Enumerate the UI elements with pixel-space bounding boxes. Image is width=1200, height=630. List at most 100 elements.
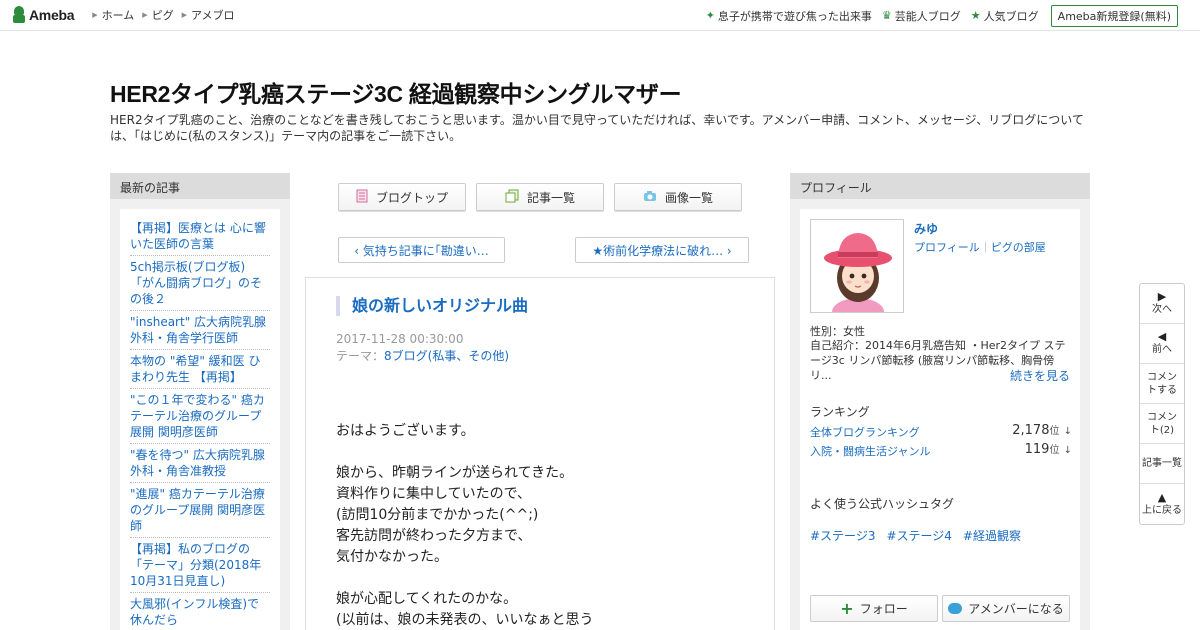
popular-blog-link[interactable]: ★ 人気ブログ xyxy=(971,8,1039,24)
nav-ameblo[interactable]: ▶ アメブロ xyxy=(182,7,235,23)
comments-label: コメント(2) xyxy=(1147,411,1177,436)
recent-article-link[interactable]: "insheart" 広大病院乳腺外科・角舎学行医師 xyxy=(130,315,266,345)
article-line: (訪問10分前までかかった(^^;) xyxy=(336,507,539,523)
profile-heading: プロフィール xyxy=(790,173,1090,199)
recent-article-link[interactable]: "この１年で変わる" 癌カテーテル治療のグループ展開 関明彦医師 xyxy=(130,393,265,439)
blog-description: HER2タイプ乳癌のこと、治療のことなどを書き残しておこうと思います。温かい目で… xyxy=(110,113,1084,143)
amember-button[interactable]: アメンバーになる xyxy=(942,595,1070,622)
list-item: "この１年で変わる" 癌カテーテル治療のグループ展開 関明彦医師 xyxy=(130,389,270,444)
hashtag-link[interactable]: #経過観察 xyxy=(963,529,1021,543)
trend-down-icon: ↓ xyxy=(1063,426,1072,437)
nav-home[interactable]: ▶ ホーム xyxy=(92,7,134,23)
profile-links: プロフィール｜ピグの部屋 xyxy=(914,239,1046,255)
trending-link[interactable]: ✦ 息子が携帯で遊び焦った出来事 xyxy=(706,8,872,24)
ranking-number: 119 xyxy=(1024,442,1050,457)
write-comment-button[interactable]: コメントする xyxy=(1140,364,1184,404)
top-right-nav: ✦ 息子が携帯で遊び焦った出来事 ♛ 芸能人ブログ ★ 人気ブログ Ameba新規登録… xyxy=(706,0,1188,31)
crown-icon: ♛ xyxy=(881,9,892,22)
profile-panel: プロフィール みゆ プロフィール｜ピグの部屋 性別：女性 自己紹介：2014年6… xyxy=(790,173,1090,630)
camera-icon xyxy=(643,190,657,205)
recent-article-link[interactable]: 大風邪(インフル検査)で休んだら xyxy=(130,597,259,627)
nav-pigg-label: ピグ xyxy=(151,9,174,22)
ranking-row: 入院・闘病生活ジャンル 119位 ↓ xyxy=(810,441,1072,459)
nav-home-label: ホーム xyxy=(101,9,135,22)
top-bar: Ameba ▶ ホーム ▶ ピグ ▶ アメブロ ✦ 息子が携帯で遊び焦った出来事 ♛ 芸能… xyxy=(0,0,1200,31)
profile-gender: 性別：女性 xyxy=(810,325,865,338)
triangle-left-icon: ◀ xyxy=(1157,330,1167,343)
sparkle-icon: ✦ xyxy=(705,9,715,22)
article-list-button[interactable]: 記事一覧 xyxy=(476,183,604,211)
nav-pigg[interactable]: ▶ ピグ xyxy=(142,7,173,23)
list-item: "insheart" 広大病院乳腺外科・角舎学行医師 xyxy=(130,311,270,350)
article-theme: テーマ：8ブログ(私事、その他) xyxy=(336,347,509,364)
ranking-unit: 位 xyxy=(1049,426,1060,437)
list-item: 【再掲】私のブログの「テーマ」分類(2018年10月31日見直し) xyxy=(130,538,270,593)
popular-blog-label: 人気ブログ xyxy=(983,9,1039,23)
ranking-value: 119位 ↓ xyxy=(1025,441,1072,457)
recent-article-link[interactable]: 【再掲】医療とは 心に響いた医師の言葉 xyxy=(130,221,266,251)
star-icon: ★ xyxy=(970,9,981,22)
celebrity-blog-link[interactable]: ♛ 芸能人ブログ xyxy=(882,8,961,24)
article-title[interactable]: 娘の新しいオリジナル曲 xyxy=(336,296,528,316)
article-line: おはようございます。 xyxy=(336,423,475,439)
write-comment-label: コメントする xyxy=(1147,371,1177,396)
ranking-row: 全体ブログランキング 2,178位 ↓ xyxy=(810,422,1072,440)
article-line: 気付かなかった。 xyxy=(336,549,448,565)
blog-top-label: ブログトップ xyxy=(375,190,448,205)
avatar[interactable] xyxy=(810,219,904,313)
hashtag-link[interactable]: #ステージ4 xyxy=(886,529,951,543)
ameba-logo[interactable]: Ameba xyxy=(12,6,74,24)
hashtag-heading: よく使う公式ハッシュタグ xyxy=(810,497,955,511)
image-list-label: 画像一覧 xyxy=(664,190,713,205)
profile-name[interactable]: みゆ xyxy=(914,220,938,237)
article-paragraph: 娘から、昨朝ラインが送られてきた。 資料作りに集中していたので、 (訪問10分前… xyxy=(336,463,756,568)
next-label: 次へ xyxy=(1152,304,1172,315)
article-list-side-button[interactable]: 記事一覧 xyxy=(1140,444,1184,484)
ranking-value: 2,178位 ↓ xyxy=(1012,422,1072,438)
document-icon xyxy=(356,189,368,206)
next-article-button[interactable]: ★術前化学療法に破れ… › xyxy=(575,237,749,263)
list-item: 【再掲】医療とは 心に響いた医師の言葉 xyxy=(130,217,270,256)
recent-article-link[interactable]: 5ch掲示板(ブログ板) 「がん闘病ブログ」のその後２ xyxy=(130,260,262,306)
read-more-link[interactable]: 続きを見る xyxy=(1010,367,1070,384)
blog-title[interactable]: HER2タイプ乳癌ステージ3C 経過観察中シングルマザー xyxy=(110,75,682,109)
prev-button[interactable]: ◀ 前へ xyxy=(1140,324,1184,364)
genre-ranking-link[interactable]: 入院・闘病生活ジャンル xyxy=(810,445,930,458)
register-button[interactable]: Ameba新規登録(無料) xyxy=(1050,4,1178,27)
list-item: 本物の "希望" 緩和医 ひまわり先生 【再掲】 xyxy=(130,350,270,389)
recent-article-link[interactable]: 【再掲】私のブログの「テーマ」分類(2018年10月31日見直し) xyxy=(130,542,261,588)
list-item: 5ch掲示板(ブログ板) 「がん闘病ブログ」のその後２ xyxy=(130,256,270,311)
link-separator: ｜ xyxy=(979,241,991,254)
image-list-button[interactable]: 画像一覧 xyxy=(614,183,742,211)
blog-top-button[interactable]: ブログトップ xyxy=(338,183,466,211)
follow-label: フォロー xyxy=(859,602,908,616)
recent-article-link[interactable]: "春を待つ" 広大病院乳腺外科・角舎准教授 xyxy=(130,448,265,478)
follow-button[interactable]: + フォロー xyxy=(810,595,938,622)
recent-article-link[interactable]: "進展" 癌カテーテル治療のグループ展開 関明彦医師 xyxy=(130,487,265,533)
hashtag-link[interactable]: #ステージ3 xyxy=(810,529,875,543)
prev-label: 前へ xyxy=(1152,344,1172,355)
ranking-heading: ランキング xyxy=(810,405,870,419)
article-body: おはようございます。 娘から、昨朝ラインが送られてきた。 資料作りに集中していた… xyxy=(336,421,756,630)
back-to-top-button[interactable]: ▲ 上に戻る xyxy=(1140,484,1184,524)
floating-nav: ▶ 次へ ◀ 前へ コメントする コメント(2) 記事一覧 ▲ 上に戻る xyxy=(1139,283,1185,525)
article-theme-link[interactable]: 8ブログ(私事、その他) xyxy=(384,349,509,363)
article-theme-label: テーマ： xyxy=(336,349,385,363)
article-date: 2017-11-28 00:30:00 xyxy=(336,332,464,346)
pigg-room-link[interactable]: ピグの部屋 xyxy=(991,241,1046,254)
avatar-image xyxy=(811,220,903,312)
overall-ranking-link[interactable]: 全体ブログランキング xyxy=(810,426,920,439)
article-line: 資料作りに集中していたので、 xyxy=(336,486,532,502)
recent-article-link[interactable]: 本物の "希望" 緩和医 ひまわり先生 【再掲】 xyxy=(130,354,260,384)
next-button[interactable]: ▶ 次へ xyxy=(1140,284,1184,324)
comments-button[interactable]: コメント(2) xyxy=(1140,404,1184,444)
triangle-right-icon: ▶ xyxy=(1157,290,1167,303)
profile-link[interactable]: プロフィール xyxy=(914,241,980,254)
trending-link-label: 息子が携帯で遊び焦った出来事 xyxy=(717,9,872,23)
article-line: 客先訪問が終わった夕方まで、 xyxy=(336,528,532,544)
caret-right-icon: ▶ xyxy=(181,11,188,19)
ranking-number: 2,178 xyxy=(1012,423,1050,438)
prev-article-button[interactable]: ‹ 気持ち記事に｢勘違い… xyxy=(338,237,505,263)
list-item: "春を待つ" 広大病院乳腺外科・角舎准教授 xyxy=(130,444,270,483)
article-list-label: 記事一覧 xyxy=(526,190,575,205)
